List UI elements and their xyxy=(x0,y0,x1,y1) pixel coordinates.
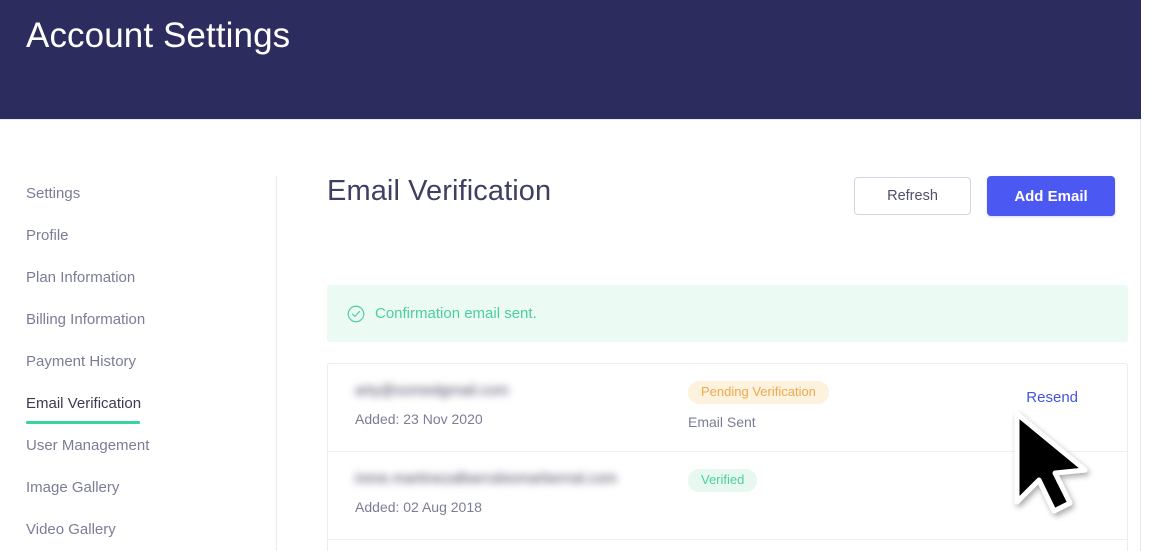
table-row: arty@somedgmail.com Added: 23 Nov 2020 P… xyxy=(328,364,1127,452)
sidebar: Settings Profile Plan Information Billin… xyxy=(0,176,276,551)
check-circle-icon xyxy=(347,305,365,322)
sidebar-item-video-gallery[interactable]: Video Gallery xyxy=(0,512,276,551)
sidebar-active-indicator xyxy=(26,421,140,424)
main-content: Email Verification Refresh Add Email Con… xyxy=(276,140,1141,551)
sidebar-item-profile[interactable]: Profile xyxy=(0,218,276,260)
sidebar-item-label: Video Gallery xyxy=(26,521,116,538)
sidebar-item-label: Email Verification xyxy=(26,395,142,412)
page-gutter xyxy=(1142,0,1159,551)
sidebar-item-plan-information[interactable]: Plan Information xyxy=(0,260,276,302)
success-alert: Confirmation email sent. xyxy=(327,285,1128,342)
sidebar-item-label: Billing Information xyxy=(26,311,146,328)
header-actions: Refresh Add Email xyxy=(854,176,1115,216)
sidebar-item-label: Image Gallery xyxy=(26,479,120,496)
table-row xyxy=(328,540,1127,551)
email-row-status: Verified xyxy=(688,469,758,492)
email-address: arty@somedgmail.com xyxy=(355,382,509,399)
sidebar-item-label: Payment History xyxy=(26,353,137,370)
status-badge: Pending Verification xyxy=(688,381,829,404)
email-address: irene.martinezalbarrubiomarbernal.com xyxy=(355,470,617,487)
header-divider xyxy=(0,119,1141,120)
sidebar-item-billing-information[interactable]: Billing Information xyxy=(0,302,276,344)
sidebar-item-image-gallery[interactable]: Image Gallery xyxy=(0,470,276,512)
account-settings-page: Account Settings Settings Profile Plan I… xyxy=(0,0,1159,551)
email-added-date: Added: 02 Aug 2018 xyxy=(355,499,482,515)
email-row-main: irene.martinezalbarrubiomarbernal.com Ad… xyxy=(355,470,617,515)
email-row-main: arty@somedgmail.com Added: 23 Nov 2020 xyxy=(355,382,509,427)
sidebar-item-email-verification[interactable]: Email Verification xyxy=(0,386,276,428)
alert-message: Confirmation email sent. xyxy=(375,305,537,322)
email-list-card: arty@somedgmail.com Added: 23 Nov 2020 P… xyxy=(327,363,1128,551)
sidebar-item-label: Profile xyxy=(26,227,69,244)
table-row: irene.martinezalbarrubiomarbernal.com Ad… xyxy=(328,452,1127,540)
email-substatus: Email Sent xyxy=(688,414,756,430)
email-row-status: Pending Verification Email Sent xyxy=(688,381,829,430)
section-title: Email Verification xyxy=(327,175,552,207)
sidebar-item-label: Settings xyxy=(26,185,81,202)
status-badge: Verified xyxy=(688,469,758,492)
refresh-button[interactable]: Refresh xyxy=(854,177,971,215)
sidebar-item-label: Plan Information xyxy=(26,269,136,286)
email-added-date: Added: 23 Nov 2020 xyxy=(355,411,483,427)
sidebar-item-settings[interactable]: Settings xyxy=(0,176,276,218)
app-header: Account Settings xyxy=(0,0,1141,119)
resend-link[interactable]: Resend xyxy=(1026,389,1078,406)
sidebar-item-label: User Management xyxy=(26,437,150,454)
email-row-action: Resend xyxy=(1026,389,1078,407)
page-title: Account Settings xyxy=(26,16,291,55)
sidebar-item-payment-history[interactable]: Payment History xyxy=(0,344,276,386)
sidebar-item-user-management[interactable]: User Management xyxy=(0,428,276,470)
sidebar-nav-list: Settings Profile Plan Information Billin… xyxy=(0,176,276,551)
add-email-button[interactable]: Add Email xyxy=(987,176,1115,216)
content-header: Email Verification Refresh Add Email xyxy=(327,175,1129,231)
